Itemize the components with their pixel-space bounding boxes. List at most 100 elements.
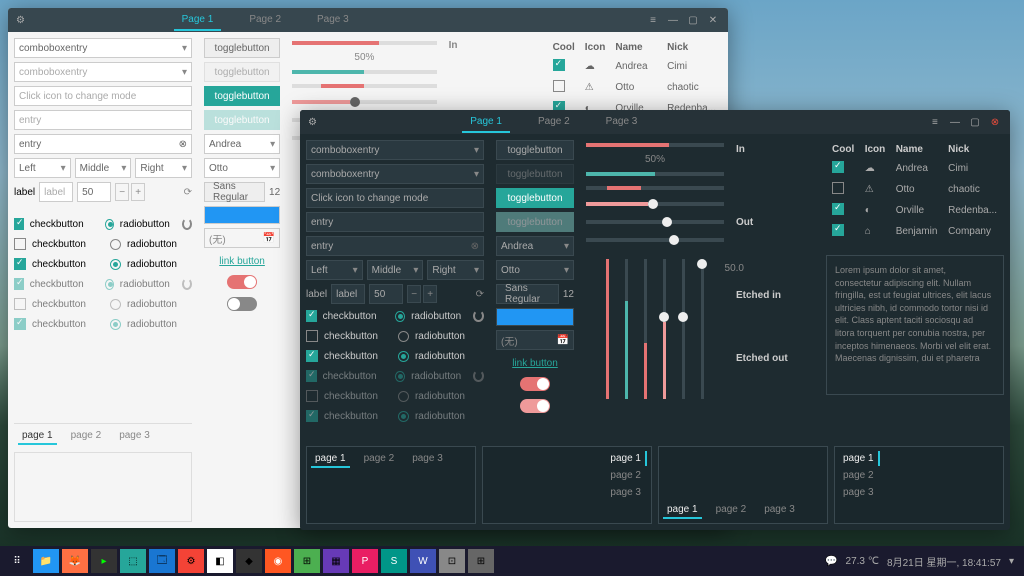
refresh-icon[interactable]: ⟳ xyxy=(476,289,484,300)
combo-right[interactable]: Right xyxy=(135,158,192,178)
ptab2[interactable]: page 2 xyxy=(67,428,106,445)
titlebar[interactable]: ⚙ Page 1 Page 2 Page 3 ≡ — ▢ ✕ xyxy=(8,8,728,32)
switch-on[interactable] xyxy=(227,275,257,289)
entry[interactable]: entry⊗ xyxy=(14,134,192,154)
tab-page2[interactable]: Page 2 xyxy=(530,112,578,133)
app-icon[interactable]: ▦ xyxy=(323,549,349,573)
combo-andrea[interactable]: Andrea xyxy=(496,236,574,256)
tab-page1[interactable]: Page 1 xyxy=(462,112,510,133)
font-button[interactable]: Sans Regular xyxy=(204,182,265,202)
spinner-icon xyxy=(182,218,192,230)
comboboxentry[interactable]: comboboxentry xyxy=(306,140,484,160)
minimize-icon[interactable]: — xyxy=(666,13,680,27)
tab-page1[interactable]: Page 1 xyxy=(174,10,222,31)
spin-plus[interactable]: + xyxy=(131,183,145,201)
slider[interactable] xyxy=(292,100,437,104)
spin-val[interactable]: 50 xyxy=(369,284,403,304)
spin-ph[interactable]: label xyxy=(39,182,73,202)
app-icon[interactable]: P xyxy=(352,549,378,573)
combo-middle[interactable]: Middle xyxy=(367,260,424,280)
table-row[interactable]: ☁AndreaCimi xyxy=(549,57,720,76)
minimize-icon[interactable]: — xyxy=(948,115,962,129)
entry-ph[interactable]: entry xyxy=(14,110,192,130)
spin-minus[interactable]: − xyxy=(115,183,129,201)
ptab1[interactable]: page 1 xyxy=(18,428,57,445)
tab-page3[interactable]: Page 3 xyxy=(309,10,357,31)
link-button[interactable]: link button xyxy=(512,358,558,369)
spin-label: label xyxy=(306,289,327,300)
checkbox xyxy=(14,318,26,330)
data-table: CoolIconNameNick ☁AndreaCimi ⚠Ottochaoti… xyxy=(826,140,1004,243)
terminal-icon[interactable]: ▸ xyxy=(91,549,117,573)
firefox-icon[interactable]: 🦊 xyxy=(62,549,88,573)
apps-icon[interactable]: ⠿ xyxy=(4,549,30,573)
app-icon[interactable]: ⊞ xyxy=(468,549,494,573)
refresh-icon[interactable]: ⟳ xyxy=(184,187,192,198)
radio[interactable] xyxy=(110,239,121,250)
app-icon[interactable]: ⬚ xyxy=(120,549,146,573)
combo-middle[interactable]: Middle xyxy=(75,158,132,178)
spin-plus[interactable]: + xyxy=(423,285,437,303)
togglebutton-on[interactable]: togglebutton xyxy=(496,188,574,208)
tray-icon[interactable]: ▾ xyxy=(1009,556,1014,567)
table-row[interactable]: ⚠Ottochaotic xyxy=(549,78,720,97)
combo-left[interactable]: Left xyxy=(306,260,363,280)
app-icon[interactable]: S xyxy=(381,549,407,573)
link-button[interactable]: link button xyxy=(219,256,265,267)
radio[interactable] xyxy=(110,259,121,270)
app-icon[interactable]: W xyxy=(410,549,436,573)
switch-off[interactable] xyxy=(227,297,257,311)
close-icon[interactable]: ✕ xyxy=(706,13,720,27)
color-button[interactable] xyxy=(204,206,280,224)
maximize-icon[interactable]: ▢ xyxy=(686,13,700,27)
tab-page3[interactable]: Page 3 xyxy=(598,112,646,133)
files-icon[interactable]: 📁 xyxy=(33,549,59,573)
font-button[interactable]: Sans Regular xyxy=(496,284,559,304)
tab-page2[interactable]: Page 2 xyxy=(241,10,289,31)
close-icon[interactable]: ⊗ xyxy=(988,115,1002,129)
comboboxentry-ph[interactable]: comboboxentry xyxy=(14,62,192,82)
radio[interactable] xyxy=(105,219,114,230)
hamburger-icon[interactable]: ≡ xyxy=(646,13,660,27)
togglebutton[interactable]: togglebutton xyxy=(204,38,280,58)
combo-andrea[interactable]: Andrea xyxy=(204,134,280,154)
clear-icon[interactable]: ⊗ xyxy=(471,241,479,252)
checkbox[interactable] xyxy=(14,238,26,250)
spin-ph[interactable]: label xyxy=(331,284,365,304)
app-icon[interactable]: ⊞ xyxy=(294,549,320,573)
checkbox[interactable] xyxy=(14,218,24,230)
togglebutton[interactable]: togglebutton xyxy=(496,140,574,160)
maximize-icon[interactable]: ▢ xyxy=(968,115,982,129)
spin-minus[interactable]: − xyxy=(407,285,421,303)
comboboxentry-ph[interactable]: comboboxentry xyxy=(306,164,484,184)
ptab3[interactable]: page 3 xyxy=(115,428,154,445)
app-icon[interactable]: ⚙ xyxy=(178,549,204,573)
app-icon[interactable]: ◆ xyxy=(236,549,262,573)
hamburger-icon[interactable]: ≡ xyxy=(928,115,942,129)
switch-on2[interactable] xyxy=(520,399,550,413)
color-button[interactable] xyxy=(496,308,574,326)
comboboxentry[interactable]: comboboxentry xyxy=(14,38,192,58)
titlebar[interactable]: ⚙ Page 1 Page 2 Page 3 ≡ — ▢ ⊗ xyxy=(300,110,1010,134)
calendar-icon: 📅 xyxy=(557,335,569,346)
header-tabs: Page 1 Page 2 Page 3 xyxy=(174,10,357,31)
clear-icon[interactable]: ⊗ xyxy=(179,139,187,150)
spin-val[interactable]: 50 xyxy=(77,182,111,202)
switch-on[interactable] xyxy=(520,377,550,391)
progress-label: 50% xyxy=(292,52,437,63)
app-icon[interactable]: ◉ xyxy=(265,549,291,573)
mode-entry[interactable]: Click icon to change mode xyxy=(306,188,484,208)
chat-icon[interactable]: 💬 xyxy=(825,556,837,567)
mode-entry[interactable]: Click icon to change mode xyxy=(14,86,192,106)
app-icon[interactable]: ◧ xyxy=(207,549,233,573)
checkbox[interactable] xyxy=(14,258,26,270)
app-icon[interactable]: 🗔 xyxy=(149,549,175,573)
entry[interactable]: entry⊗ xyxy=(306,236,484,256)
combo-right[interactable]: Right xyxy=(427,260,484,280)
togglebutton-on[interactable]: togglebutton xyxy=(204,86,280,106)
entry-ph[interactable]: entry xyxy=(306,212,484,232)
date-button[interactable]: (无)📅 xyxy=(496,330,574,350)
combo-left[interactable]: Left xyxy=(14,158,71,178)
app-icon[interactable]: ⊡ xyxy=(439,549,465,573)
date-button[interactable]: (无)📅 xyxy=(204,228,280,248)
